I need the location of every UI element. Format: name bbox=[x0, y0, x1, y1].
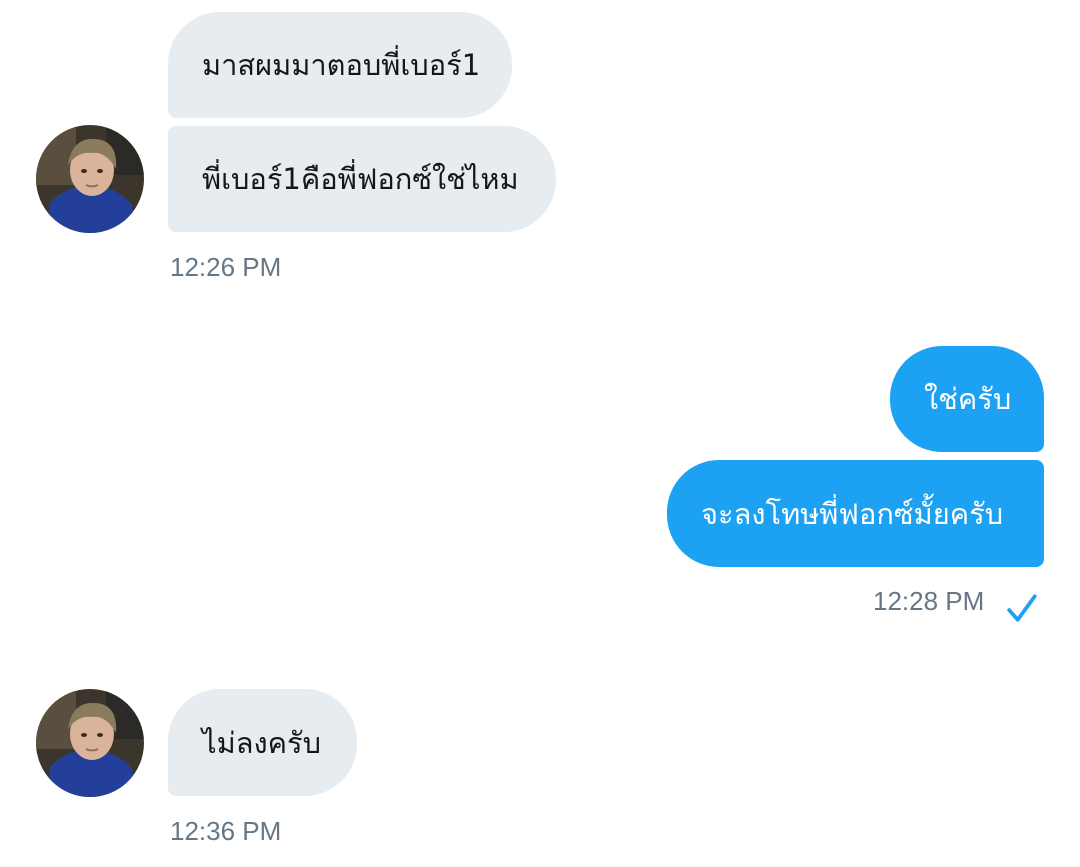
message-timestamp: 12:26 PM bbox=[170, 252, 282, 282]
incoming-message-bubble[interactable]: ไม่ลงครับ bbox=[168, 689, 357, 796]
message-text: จะลงโทษพี่ฟอกซ์มั้ยครับ bbox=[701, 496, 1004, 531]
message-text: พี่เบอร์1คือพี่ฟอกซ์ใช่ไหม bbox=[202, 162, 519, 196]
message-timestamp: 12:28 PM bbox=[873, 586, 985, 616]
message-text: มาสผมมาตอบพี่เบอร์1 bbox=[202, 48, 481, 82]
outgoing-message-bubble[interactable]: จะลงโทษพี่ฟอกซ์มั้ยครับ bbox=[667, 460, 1044, 567]
incoming-message-bubble[interactable]: พี่เบอร์1คือพี่ฟอกซ์ใช่ไหม bbox=[168, 126, 556, 232]
incoming-message-bubble[interactable]: มาสผมมาตอบพี่เบอร์1 bbox=[168, 12, 512, 118]
outgoing-message-bubble[interactable]: ใช่ครับ bbox=[890, 346, 1044, 452]
checkmark-icon bbox=[1007, 594, 1037, 622]
user-avatar[interactable] bbox=[36, 689, 144, 797]
message-timestamp: 12:36 PM bbox=[170, 816, 282, 846]
message-text: ใช่ครับ bbox=[924, 382, 1012, 416]
user-avatar[interactable] bbox=[36, 125, 144, 233]
message-text: ไม่ลงครับ bbox=[202, 725, 322, 760]
